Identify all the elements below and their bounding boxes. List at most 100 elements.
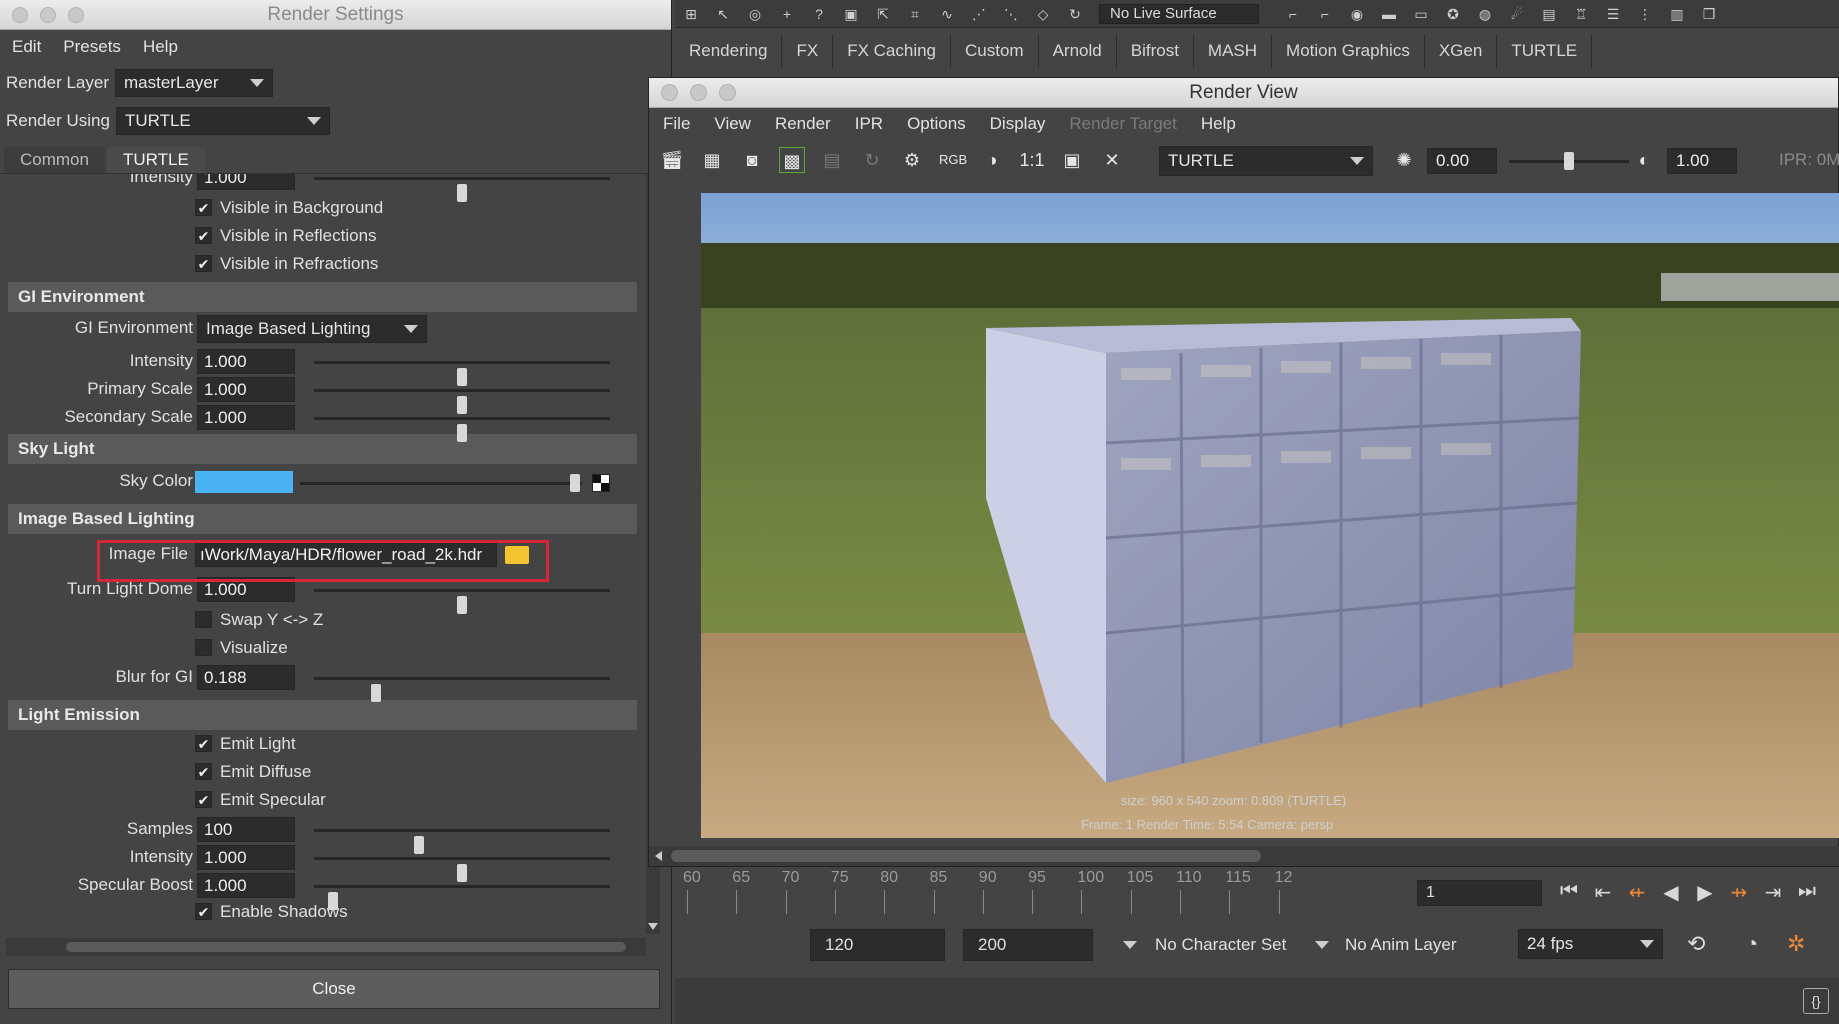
- rgb-channel-button[interactable]: RGB: [939, 147, 967, 173]
- humanik-icon[interactable]: ♖: [1571, 5, 1591, 23]
- intensity-field[interactable]: 1.000: [197, 845, 295, 870]
- specular-boost-slider[interactable]: [314, 885, 610, 910]
- script-editor-icon[interactable]: {}: [1803, 988, 1829, 1014]
- chevron-down-icon[interactable]: [1315, 941, 1329, 949]
- render-view-titlebar[interactable]: Render View: [649, 78, 1838, 108]
- sky-light-section-header[interactable]: Sky Light: [8, 434, 637, 464]
- menu-file[interactable]: File: [663, 114, 690, 134]
- shelf-tab-motion-graphics[interactable]: Motion Graphics: [1272, 34, 1425, 68]
- emit-specular-checkbox[interactable]: ✔: [195, 791, 212, 808]
- auto-key-icon[interactable]: ◔: [1745, 931, 1758, 957]
- samples-slider[interactable]: [314, 829, 610, 854]
- emit-diffuse-checkbox[interactable]: ✔: [195, 763, 212, 780]
- specular-boost-field[interactable]: 1.000: [197, 873, 295, 898]
- visible-in-refractions-checkbox[interactable]: ✔: [195, 255, 212, 272]
- menu-edit[interactable]: Edit: [12, 37, 41, 57]
- gi-environment-dropdown[interactable]: Image Based Lighting: [197, 315, 427, 343]
- intensity-slider[interactable]: [314, 361, 610, 386]
- menu-display[interactable]: Display: [990, 114, 1046, 134]
- step-forward-frame-icon[interactable]: ⇸: [1728, 880, 1750, 905]
- light-icon[interactable]: ☄: [1507, 5, 1527, 23]
- go-to-end-icon[interactable]: ⏭: [1796, 880, 1818, 905]
- real-size-button[interactable]: 1:1: [1019, 147, 1045, 173]
- history-icon[interactable]: ⌐: [1283, 5, 1303, 23]
- ipr-icon[interactable]: ▬: [1379, 5, 1399, 23]
- clapboard-icon[interactable]: 🎬︎: [659, 147, 685, 173]
- visualize-checkbox[interactable]: [195, 639, 212, 656]
- blur-for-gi-slider[interactable]: [314, 677, 610, 702]
- lock-icon[interactable]: ▣: [841, 5, 861, 23]
- menu-view[interactable]: View: [714, 114, 751, 134]
- attribute-editor-icon[interactable]: ☰: [1603, 5, 1623, 23]
- keep-image-icon[interactable]: ▣: [1059, 147, 1085, 173]
- input-icon[interactable]: ⌐: [1315, 5, 1335, 23]
- tab-common[interactable]: Common: [4, 147, 105, 173]
- exposure-slider[interactable]: [1509, 152, 1629, 170]
- plus-icon[interactable]: +: [777, 5, 797, 23]
- snap-point-icon[interactable]: ⋰: [969, 5, 989, 23]
- remove-image-icon[interactable]: ✕: [1099, 147, 1125, 173]
- environment-intensity-slider[interactable]: [314, 177, 610, 202]
- enable-shadows-checkbox[interactable]: ✔: [195, 903, 212, 920]
- scroll-left-arrow-icon[interactable]: [655, 851, 662, 861]
- snap-curve-icon[interactable]: ∿: [937, 5, 957, 23]
- tool-settings-icon[interactable]: ⋮: [1635, 5, 1655, 23]
- render-layer-dropdown[interactable]: masterLayer: [115, 69, 274, 97]
- go-to-start-icon[interactable]: ⏮: [1558, 880, 1580, 905]
- ipr-render-icon[interactable]: ▩: [779, 147, 805, 173]
- step-forward-key-icon[interactable]: ⇥: [1762, 880, 1784, 905]
- turn-light-dome-slider[interactable]: [314, 589, 610, 614]
- shelf-tab-bifrost[interactable]: Bifrost: [1117, 34, 1194, 68]
- render-view-horizontal-scrollbar[interactable]: [649, 846, 1839, 866]
- workspace-icon[interactable]: ❒: [1699, 5, 1719, 23]
- shelf-tab-rendering[interactable]: Rendering: [675, 34, 783, 68]
- menu-render[interactable]: Render: [775, 114, 831, 134]
- grid-icon[interactable]: ⊞: [681, 5, 701, 23]
- swap-y-z-checkbox[interactable]: [195, 611, 212, 628]
- intensity-slider[interactable]: [314, 857, 610, 882]
- exposure-field[interactable]: 0.00: [1427, 148, 1497, 174]
- cursor-icon[interactable]: ⇱: [873, 5, 893, 23]
- gamma-icon[interactable]: ◐: [1631, 147, 1657, 173]
- loop-icon[interactable]: ⟲: [1687, 931, 1705, 957]
- snap-live-icon[interactable]: ↻: [1065, 5, 1085, 23]
- render-using-dropdown[interactable]: TURTLE: [115, 107, 330, 135]
- menu-ipr[interactable]: IPR: [855, 114, 883, 134]
- current-frame-field[interactable]: 1: [1417, 880, 1542, 906]
- animation-end-field[interactable]: 120: [810, 929, 945, 961]
- target-icon[interactable]: ◎: [745, 5, 765, 23]
- samples-field[interactable]: 100: [197, 817, 295, 842]
- render-settings-icon[interactable]: ▭: [1411, 5, 1431, 23]
- command-line-bar[interactable]: {}: [675, 978, 1839, 1024]
- primary-scale-field[interactable]: 1.000: [197, 377, 295, 402]
- shelf-tab-turtle[interactable]: TURTLE: [1497, 34, 1593, 68]
- render-region-icon[interactable]: ▦: [699, 147, 725, 173]
- environment-intensity-field[interactable]: 1.000: [197, 174, 295, 190]
- exposure-icon[interactable]: ✺: [1391, 147, 1417, 173]
- character-set-menu[interactable]: No Character Set: [1155, 935, 1286, 955]
- sky-color-swatch[interactable]: [195, 471, 293, 493]
- ibl-section-header[interactable]: Image Based Lighting: [8, 504, 637, 534]
- channel-box-icon[interactable]: ▥: [1667, 5, 1687, 23]
- slider-handle[interactable]: [570, 474, 580, 492]
- slider-handle[interactable]: [371, 684, 382, 702]
- shelf-tab-arnold[interactable]: Arnold: [1039, 34, 1117, 68]
- secondary-scale-field[interactable]: 1.000: [197, 405, 295, 430]
- emit-light-checkbox[interactable]: ✔: [195, 735, 212, 752]
- visible-in-background-checkbox[interactable]: ✔: [195, 199, 212, 216]
- menu-help[interactable]: Help: [143, 37, 178, 57]
- animation-prefs-icon[interactable]: ✲: [1787, 931, 1805, 957]
- renderer-dropdown[interactable]: TURTLE: [1159, 146, 1373, 176]
- gi-environment-section-header[interactable]: GI Environment: [8, 282, 637, 312]
- step-back-frame-icon[interactable]: ⇷: [1626, 880, 1648, 905]
- render-settings-icon[interactable]: ⚙: [899, 147, 925, 173]
- shelf-tab-mash[interactable]: MASH: [1194, 34, 1273, 68]
- render-settings-titlebar[interactable]: Render Settings: [0, 0, 671, 30]
- snap-surface-icon[interactable]: ◇: [1033, 5, 1053, 23]
- scrollbar-thumb[interactable]: [671, 850, 1261, 862]
- anim-layer-menu[interactable]: No Anim Layer: [1345, 935, 1457, 955]
- step-back-key-icon[interactable]: ⇤: [1592, 880, 1614, 905]
- snap-grid-icon[interactable]: ⌗: [905, 5, 925, 23]
- secondary-scale-slider[interactable]: [314, 417, 610, 442]
- alpha-channel-icon[interactable]: ◑: [979, 147, 1005, 173]
